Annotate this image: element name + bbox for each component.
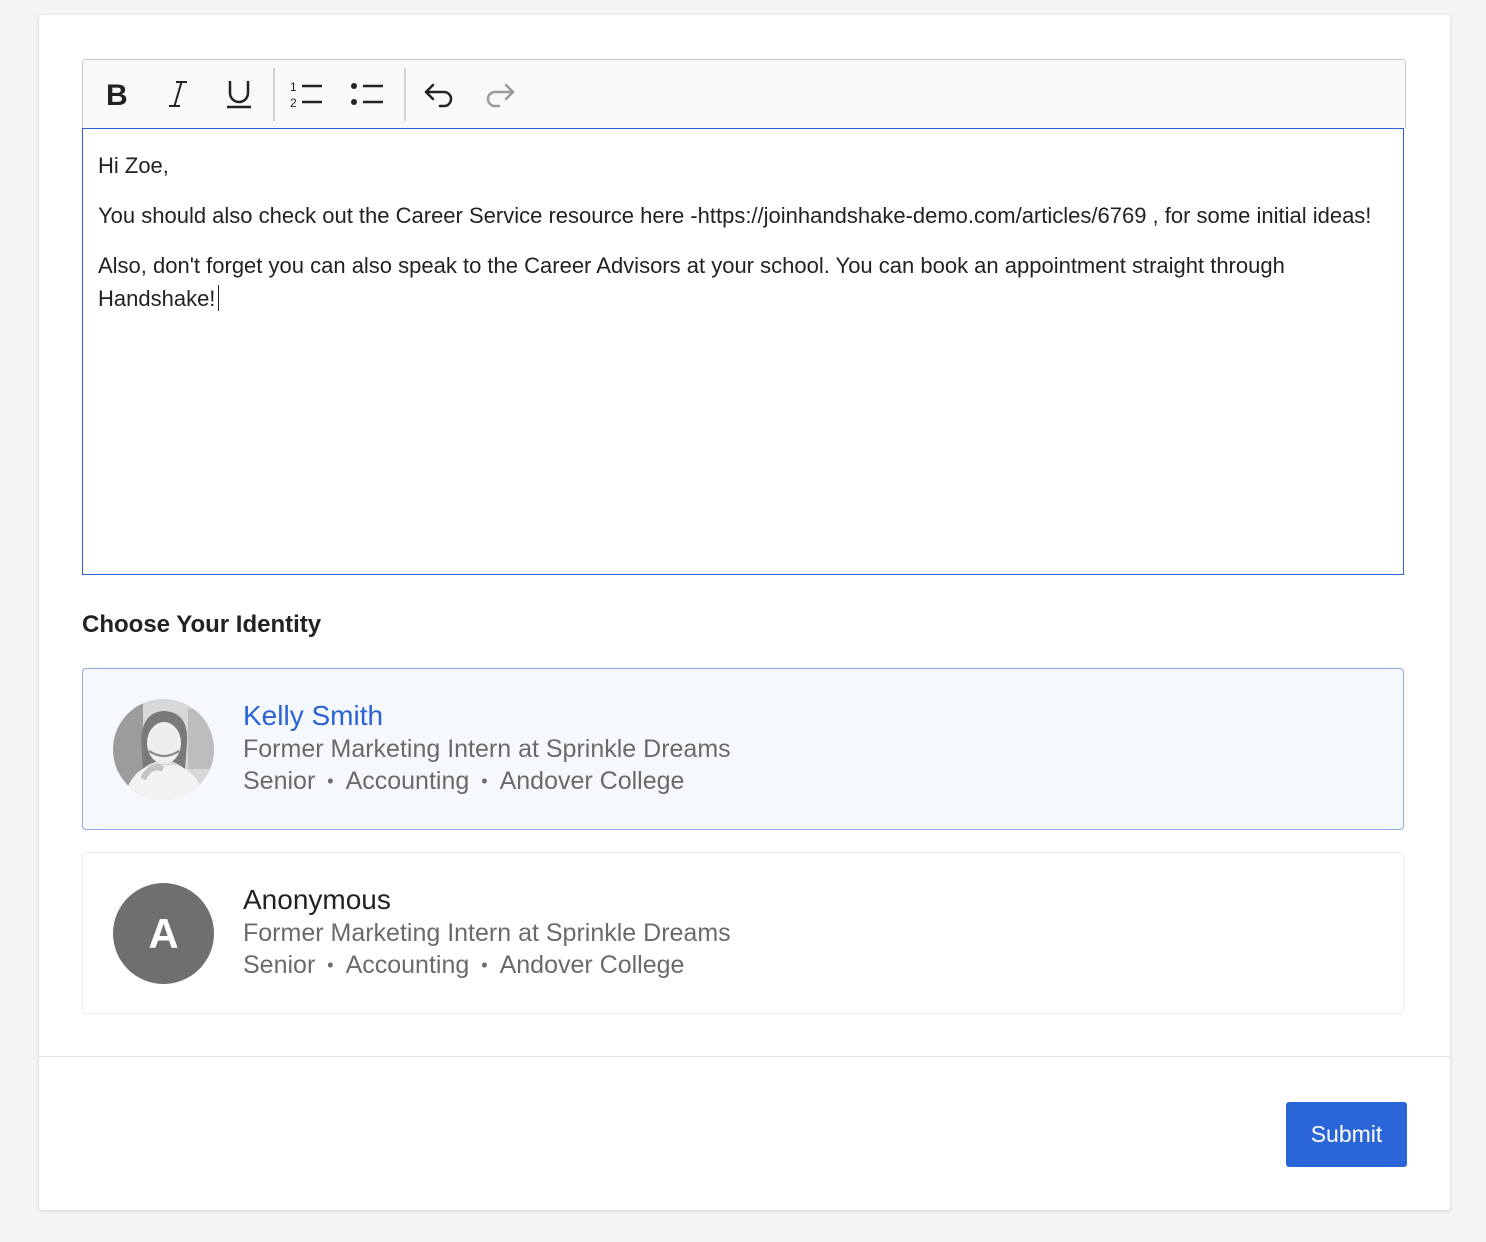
editor-toolbar: B 1 2 — [82, 59, 1406, 128]
svg-text:B: B — [106, 79, 128, 109]
identity-name: Anonymous — [243, 884, 391, 915]
identity-year: Senior — [243, 951, 316, 979]
post-card: B 1 2 Hi Zoe, You should also check out … — [39, 15, 1450, 1210]
separator-dot: • — [327, 955, 334, 975]
italic-icon — [169, 81, 187, 107]
underline-button[interactable] — [209, 60, 269, 128]
identity-section-title: Choose Your Identity — [82, 611, 322, 638]
toolbar-separator — [404, 68, 406, 121]
identity-headline: Former Marketing Intern at Sprinkle Drea… — [243, 735, 731, 763]
identity-headline: Former Marketing Intern at Sprinkle Drea… — [243, 919, 731, 947]
underline-icon — [227, 81, 251, 109]
profile-photo — [113, 699, 214, 800]
toolbar-separator — [273, 68, 275, 121]
bullet-list-button[interactable] — [337, 60, 397, 128]
identity-meta: Senior • Accounting • Andover College — [243, 765, 731, 797]
editor-paragraph: Also, don't forget you can also speak to… — [98, 253, 1285, 311]
identity-year: Senior — [243, 767, 316, 795]
message-editor[interactable]: Hi Zoe, You should also check out the Ca… — [82, 128, 1404, 575]
editor-paragraph: You should also check out the Career Ser… — [98, 203, 1372, 228]
identity-option-kelly-smith[interactable]: Kelly Smith Former Marketing Intern at S… — [82, 668, 1404, 830]
editor-paragraph: Hi Zoe, — [98, 153, 169, 178]
bullet-list-icon — [351, 83, 383, 105]
identity-school: Andover College — [499, 951, 685, 979]
identity-name: Kelly Smith — [243, 700, 384, 731]
identity-school: Andover College — [499, 767, 685, 795]
redo-button[interactable] — [470, 60, 530, 128]
redo-icon — [486, 83, 515, 108]
text-cursor — [218, 285, 220, 311]
footer-divider — [39, 1056, 1450, 1057]
avatar — [113, 699, 214, 800]
svg-text:1: 1 — [290, 80, 297, 94]
ordered-list-button[interactable]: 1 2 — [276, 60, 336, 128]
svg-text:2: 2 — [290, 96, 297, 110]
separator-dot: • — [327, 771, 334, 791]
bold-button[interactable]: B — [88, 60, 148, 128]
avatar: A — [113, 883, 214, 984]
identity-details: Kelly Smith Former Marketing Intern at S… — [243, 699, 731, 797]
bold-icon: B — [106, 79, 128, 109]
separator-dot: • — [481, 771, 488, 791]
identity-details: Anonymous Former Marketing Intern at Spr… — [243, 883, 731, 981]
identity-meta: Senior • Accounting • Andover College — [243, 949, 731, 981]
identity-option-anonymous[interactable]: A Anonymous Former Marketing Intern at S… — [82, 852, 1404, 1014]
italic-button[interactable] — [148, 60, 208, 128]
undo-icon — [424, 83, 453, 108]
separator-dot: • — [481, 955, 488, 975]
ordered-list-icon: 1 2 — [290, 80, 322, 110]
submit-button[interactable]: Submit — [1286, 1102, 1407, 1167]
identity-major: Accounting — [345, 767, 470, 795]
identity-major: Accounting — [345, 951, 470, 979]
undo-button[interactable] — [409, 60, 469, 128]
